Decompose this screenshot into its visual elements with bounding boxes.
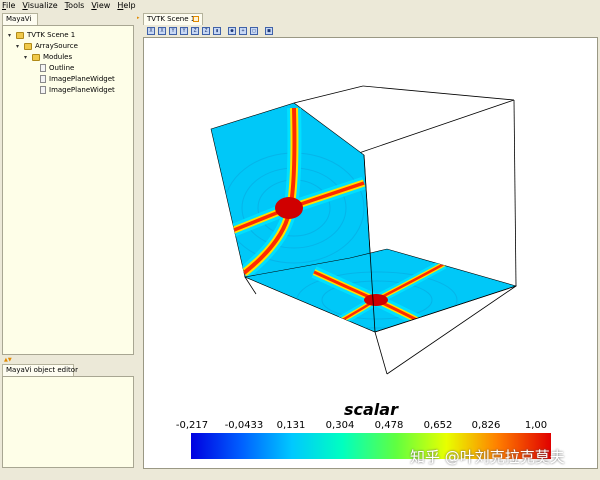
fullscreen-icon[interactable]: □ xyxy=(250,27,258,35)
save-icon[interactable]: ■ xyxy=(265,27,273,35)
view-neg-x-icon[interactable]: X xyxy=(158,27,166,35)
tree-node-label: Outline xyxy=(49,64,75,72)
tree-node-label: ArraySource xyxy=(35,42,78,50)
outline-edge xyxy=(355,99,515,155)
colorbar-label: 0,304 xyxy=(326,420,355,431)
collapse-icon[interactable]: ▾ xyxy=(16,43,24,50)
view-y-icon[interactable]: Y xyxy=(169,27,177,35)
menu-bar: File Visualize Tools View Help xyxy=(0,0,600,12)
document-icon xyxy=(40,64,46,72)
close-icon[interactable] xyxy=(193,16,199,22)
view-neg-z-icon[interactable]: Z xyxy=(202,27,210,35)
view-z-icon[interactable]: Z xyxy=(191,27,199,35)
menu-file[interactable]: File xyxy=(2,0,15,12)
parallel-projection-icon[interactable]: ● xyxy=(228,27,236,35)
scene-render: scalar -0,217 -0,0433 0,131 0,304 0,478 … xyxy=(176,85,551,459)
tree-node-imageplanewidget-2[interactable]: ImagePlaneWidget xyxy=(40,85,115,95)
menu-help[interactable]: Help xyxy=(117,0,135,12)
tab-object-editor[interactable]: MayaVi object editor xyxy=(2,364,78,376)
colorbar-label: 0,652 xyxy=(424,420,453,431)
horizontal-splitter[interactable]: ▲▼ xyxy=(2,357,134,363)
tree-node-label: ImagePlaneWidget xyxy=(49,75,115,83)
view-x-icon[interactable]: X xyxy=(147,27,155,35)
splitter-arrow-icon[interactable]: ▸ xyxy=(137,15,140,21)
collapse-icon[interactable]: ▾ xyxy=(24,54,32,61)
folder-icon xyxy=(24,42,32,50)
colorbar-label: 1,00 xyxy=(525,420,547,431)
scene-viewport[interactable]: scalar -0,217 -0,0433 0,131 0,304 0,478 … xyxy=(143,37,598,469)
colorbar-labels: -0,217 -0,0433 0,131 0,304 0,478 0,652 0… xyxy=(176,420,547,431)
tree-node-modules[interactable]: ▾ Modules xyxy=(24,52,72,62)
document-icon xyxy=(40,86,46,94)
collapse-icon[interactable]: ▾ xyxy=(8,32,16,39)
tree-node-outline[interactable]: Outline xyxy=(40,63,74,73)
colorbar-title: scalar xyxy=(344,400,399,419)
object-editor-panel xyxy=(2,376,134,468)
tab-mayavi[interactable]: MayaVi xyxy=(2,13,38,25)
menu-visualize[interactable]: Visualize xyxy=(22,0,57,12)
colorbar-label: -0,0433 xyxy=(225,420,264,431)
splitter-arrow-icon[interactable]: ▲▼ xyxy=(4,357,12,363)
colorbar-label: -0,217 xyxy=(176,420,208,431)
axes-icon[interactable]: + xyxy=(239,27,247,35)
tree-node-arraysource[interactable]: ▾ ArraySource xyxy=(16,41,78,51)
watermark: 知乎 @叶刘克拉克莫夫 xyxy=(410,448,565,466)
isometric-icon[interactable]: ▮ xyxy=(213,27,221,35)
pipeline-tree: ▾ TVTK Scene 1 ▾ ArraySource ▾ Modules O… xyxy=(2,25,134,355)
tree-node-label: Modules xyxy=(43,53,73,61)
document-icon xyxy=(40,75,46,83)
tree-node-imageplanewidget-1[interactable]: ImagePlaneWidget xyxy=(40,74,115,84)
folder-icon xyxy=(16,31,24,39)
colorbar-label: 0,131 xyxy=(277,420,306,431)
outline-edge xyxy=(513,99,517,287)
view-neg-y-icon[interactable]: Y xyxy=(180,27,188,35)
tree-node-label: ImagePlaneWidget xyxy=(49,86,115,94)
folder-icon xyxy=(32,53,40,61)
scene-tab-label: TVTK Scene 1 xyxy=(147,15,196,23)
menu-tools[interactable]: Tools xyxy=(65,0,85,12)
tree-node-label: TVTK Scene 1 xyxy=(27,31,76,39)
menu-view[interactable]: View xyxy=(91,0,110,12)
scene-toolbar: X X Y Y Z Z ▮ ● + □ ■ xyxy=(143,25,598,37)
colorbar-label: 0,826 xyxy=(472,420,501,431)
status-bar xyxy=(0,470,600,480)
outline-edge xyxy=(293,85,364,104)
outline-edge xyxy=(374,331,388,375)
vertical-splitter[interactable]: ▸ xyxy=(136,13,141,469)
outline-edge xyxy=(362,85,515,101)
colorbar-label: 0,478 xyxy=(375,420,404,431)
tab-scene[interactable]: TVTK Scene 1 xyxy=(143,13,203,25)
tree-node-scene[interactable]: ▾ TVTK Scene 1 xyxy=(8,30,75,40)
